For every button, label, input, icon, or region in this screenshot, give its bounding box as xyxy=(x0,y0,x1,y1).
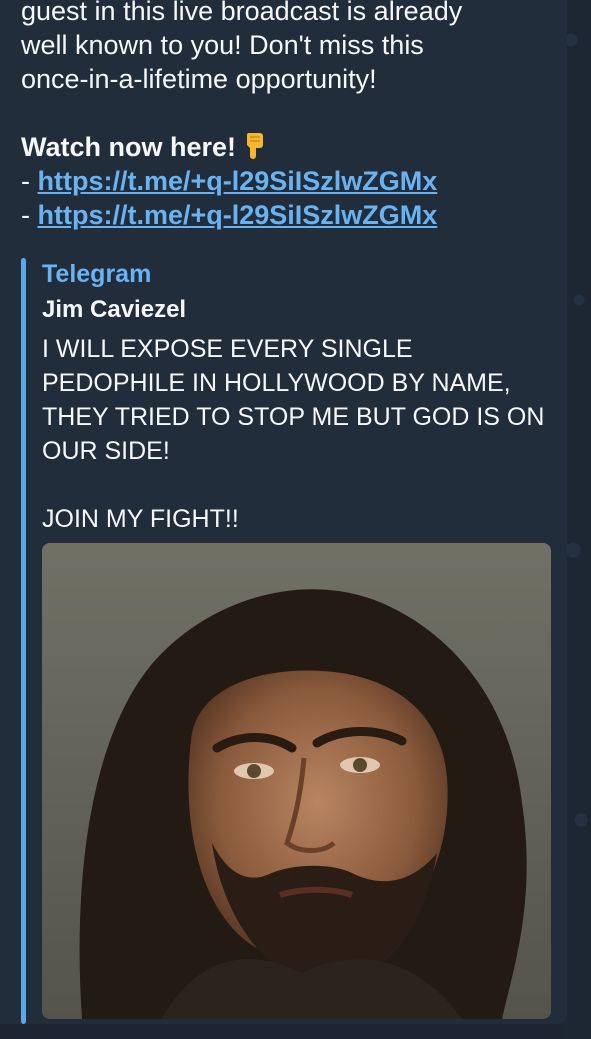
description-line xyxy=(42,468,552,502)
preview-photo[interactable] xyxy=(42,543,551,1019)
description-line: I WILL EXPOSE EVERY SINGLE xyxy=(42,335,413,363)
message-bubble[interactable]: guest in this live broadcast is already … xyxy=(0,0,567,1024)
link-row: - https://t.me/+q-l29SiISzlwZGMx xyxy=(21,164,561,198)
pointing-down-hand-icon xyxy=(242,131,266,159)
watch-now-line: Watch now here! xyxy=(21,130,561,164)
invite-link[interactable]: https://t.me/+q-l29SiISzlwZGMx xyxy=(38,200,438,230)
link-preview[interactable]: Telegram Jim Caviezel I WILL EXPOSE EVER… xyxy=(21,258,561,1026)
link-row: - https://t.me/+q-l29SiISzlwZGMx xyxy=(21,198,561,232)
chat-background: guest in this live broadcast is already … xyxy=(0,0,591,1039)
message-text: guest in this live broadcast is already … xyxy=(21,0,561,232)
message-line: once-in-a-lifetime opportunity! xyxy=(21,64,377,94)
preview-description: I WILL EXPOSE EVERY SINGLE PEDOPHILE IN … xyxy=(42,332,552,536)
description-line: PEDOPHILE IN HOLLYWOOD BY NAME, xyxy=(42,369,511,397)
message-line: well known to you! Don't miss this xyxy=(21,30,424,60)
link-prefix: - xyxy=(21,166,38,196)
preview-site-name: Telegram xyxy=(42,260,152,288)
preview-title: Jim Caviezel xyxy=(42,296,187,323)
invite-link[interactable]: https://t.me/+q-l29SiISzlwZGMx xyxy=(38,166,438,196)
description-line: OUR SIDE! xyxy=(42,437,170,465)
message-line: guest in this live broadcast is already xyxy=(21,0,463,26)
description-line: THEY TRIED TO STOP ME BUT GOD IS ON xyxy=(42,403,545,431)
watch-now-label: Watch now here! xyxy=(21,132,237,162)
description-line: JOIN MY FIGHT!! xyxy=(42,505,239,533)
link-prefix: - xyxy=(21,200,38,230)
preview-accent-bar xyxy=(21,258,26,1024)
